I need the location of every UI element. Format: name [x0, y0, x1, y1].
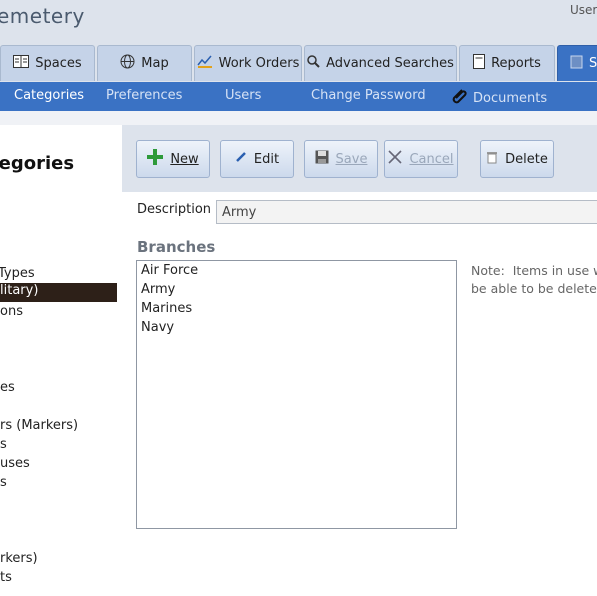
globe-icon [120, 54, 135, 73]
tab-reports[interactable]: Reports [459, 45, 555, 81]
categories-sidebar: tegories Types litary) ons es rs (Marker… [0, 125, 122, 596]
tab-work-orders-label: Work Orders [218, 56, 300, 71]
document-icon [473, 54, 486, 73]
tab-advanced-searches[interactable]: Advanced Searches [304, 45, 457, 81]
tab-work-orders[interactable]: Work Orders [194, 45, 302, 81]
category-item[interactable]: Types [0, 266, 35, 281]
tab-map-label: Map [141, 56, 169, 71]
note-text: Note: Items in use w be able to be delet… [471, 263, 597, 296]
subnav-change-password[interactable]: Change Password [311, 88, 426, 103]
user-label[interactable]: User [570, 3, 597, 17]
category-item[interactable]: ons [0, 304, 23, 319]
pencil-icon [235, 151, 247, 167]
save-button-label: Save [335, 151, 368, 167]
list-item[interactable]: Army [141, 282, 175, 297]
cancel-button[interactable]: Cancel [384, 140, 458, 178]
branches-list[interactable]: Air Force Army Marines Navy [136, 260, 457, 529]
app-title: emetery [0, 4, 85, 28]
header-bar: emetery User [0, 0, 597, 45]
subnav-preferences[interactable]: Preferences [106, 88, 182, 103]
close-icon [388, 150, 403, 168]
delete-button[interactable]: Delete [480, 140, 554, 178]
new-button[interactable]: New [136, 140, 210, 178]
list-item[interactable]: Air Force [141, 263, 198, 278]
tab-map[interactable]: Map [97, 45, 192, 81]
tab-spaces-label: Spaces [35, 56, 82, 71]
chart-icon [197, 54, 213, 73]
description-input[interactable] [216, 200, 597, 224]
tab-settings[interactable]: S [557, 45, 597, 81]
search-icon [307, 55, 320, 72]
category-item[interactable]: es [0, 380, 15, 395]
edit-button[interactable]: Edit [220, 140, 294, 178]
edit-button-label: Edit [253, 151, 280, 167]
description-label: Description [137, 202, 212, 217]
subnav-users[interactable]: Users [225, 88, 261, 103]
toolbar: New Edit Save Cancel Delete [122, 125, 597, 192]
delete-button-label: Delete [505, 151, 548, 167]
category-item[interactable]: rs (Markers) [0, 418, 78, 433]
category-item[interactable]: uses [0, 456, 30, 471]
list-item[interactable]: Marines [141, 301, 192, 316]
subnav-documents-label: Documents [473, 90, 548, 106]
category-item[interactable]: s [0, 475, 7, 490]
detail-panel: Description Branches Air Force Army Mari… [122, 192, 597, 596]
new-button-label: New [170, 151, 199, 167]
branches-title: Branches [137, 238, 216, 256]
tab-spaces[interactable]: Spaces [0, 45, 95, 81]
book-icon [13, 55, 30, 72]
settings-icon [570, 55, 583, 73]
subnav-documents[interactable]: Documents [449, 86, 547, 110]
plus-icon [147, 149, 164, 169]
save-button[interactable]: Save [304, 140, 378, 178]
tab-settings-label: S [589, 56, 597, 71]
category-item-selected[interactable]: litary) [0, 283, 117, 302]
category-item[interactable]: s [0, 437, 7, 452]
trash-icon [486, 150, 498, 168]
tab-reports-label: Reports [491, 56, 541, 71]
tab-advanced-searches-label: Advanced Searches [326, 56, 454, 71]
main-tabs: Spaces Map Work Orders Advanced Searches… [0, 45, 597, 82]
floppy-disk-icon [315, 150, 329, 168]
header-divider [0, 111, 597, 125]
cancel-button-label: Cancel [409, 151, 454, 167]
list-item[interactable]: Navy [141, 320, 174, 335]
sidebar-title: tegories [0, 153, 75, 174]
subnav-categories[interactable]: Categories [14, 88, 84, 103]
category-item[interactable]: rkers) [0, 551, 38, 566]
paperclip-icon [449, 86, 469, 110]
category-item[interactable]: ts [0, 570, 12, 585]
sub-navigation: Categories Preferences Users Change Pass… [0, 82, 597, 111]
